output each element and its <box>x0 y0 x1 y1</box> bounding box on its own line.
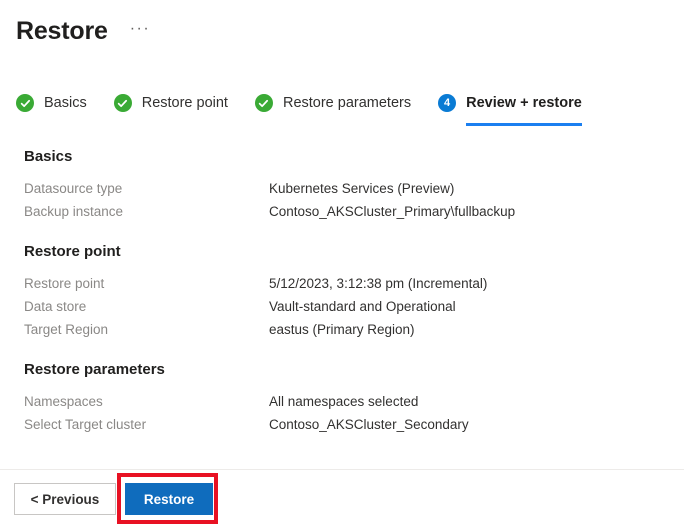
section-restore-parameters: Restore parameters Namespaces All namesp… <box>0 361 684 436</box>
row-value: eastus (Primary Region) <box>269 322 415 337</box>
section-restore-parameters-title: Restore parameters <box>24 361 165 378</box>
row-label: Datasource type <box>24 181 123 196</box>
table-row: Datasource type Kubernetes Services (Pre… <box>0 177 684 200</box>
row-value: All namespaces selected <box>269 394 419 409</box>
tab-basics-label: Basics <box>44 95 87 111</box>
row-value: Vault-standard and Operational <box>269 299 456 314</box>
table-row: Data store Vault-standard and Operationa… <box>0 295 684 318</box>
row-value: Kubernetes Services (Preview) <box>269 181 455 196</box>
row-value: Contoso_AKSCluster_Primary\fullbackup <box>269 204 516 219</box>
tab-restore-point-label: Restore point <box>141 95 228 111</box>
wizard-footer: < Previous Restore <box>0 470 684 527</box>
table-row: Target Region eastus (Primary Region) <box>0 318 684 341</box>
row-value: Contoso_AKSCluster_Secondary <box>269 417 469 432</box>
section-basics: Basics Datasource type Kubernetes Servic… <box>0 148 684 223</box>
row-label: Namespaces <box>24 394 103 409</box>
page-header: Restore ··· <box>0 0 684 62</box>
review-summary: Basics Datasource type Kubernetes Servic… <box>0 148 684 456</box>
table-row: Select Target cluster Contoso_AKSCluster… <box>0 413 684 436</box>
tab-basics[interactable]: Basics <box>16 88 87 118</box>
check-circle-icon <box>113 94 132 112</box>
wizard-tab-list: Basics Restore point Restore parameters … <box>16 88 582 126</box>
row-label: Data store <box>24 299 87 314</box>
section-restore-point-title: Restore point <box>24 243 121 260</box>
check-circle-icon <box>16 94 34 112</box>
table-row: Namespaces All namespaces selected <box>0 390 684 413</box>
tab-restore-parameters-label: Restore parameters <box>282 95 412 111</box>
table-row: Backup instance Contoso_AKSCluster_Prima… <box>0 200 684 223</box>
section-basics-title: Basics <box>24 148 73 165</box>
tab-review-and-restore-label: Review + restore <box>466 95 582 111</box>
previous-button[interactable]: < Previous <box>14 483 116 515</box>
row-label: Backup instance <box>24 204 124 219</box>
tab-restore-point[interactable]: Restore point <box>113 88 228 118</box>
row-label: Restore point <box>24 276 105 291</box>
tab-review-and-restore[interactable]: 4 Review + restore <box>438 88 582 126</box>
table-row: Restore point 5/12/2023, 3:12:38 pm (Inc… <box>0 272 684 295</box>
more-options-icon[interactable]: ··· <box>126 18 154 45</box>
tab-restore-parameters[interactable]: Restore parameters <box>254 88 412 118</box>
section-restore-point: Restore point Restore point 5/12/2023, 3… <box>0 243 684 341</box>
row-label: Target Region <box>24 322 109 337</box>
restore-button[interactable]: Restore <box>125 483 213 515</box>
check-circle-icon <box>254 94 273 112</box>
row-label: Select Target cluster <box>24 417 147 432</box>
page-title: Restore <box>16 16 108 45</box>
step-number-badge: 4 <box>438 94 457 112</box>
row-value: 5/12/2023, 3:12:38 pm (Incremental) <box>269 276 488 291</box>
